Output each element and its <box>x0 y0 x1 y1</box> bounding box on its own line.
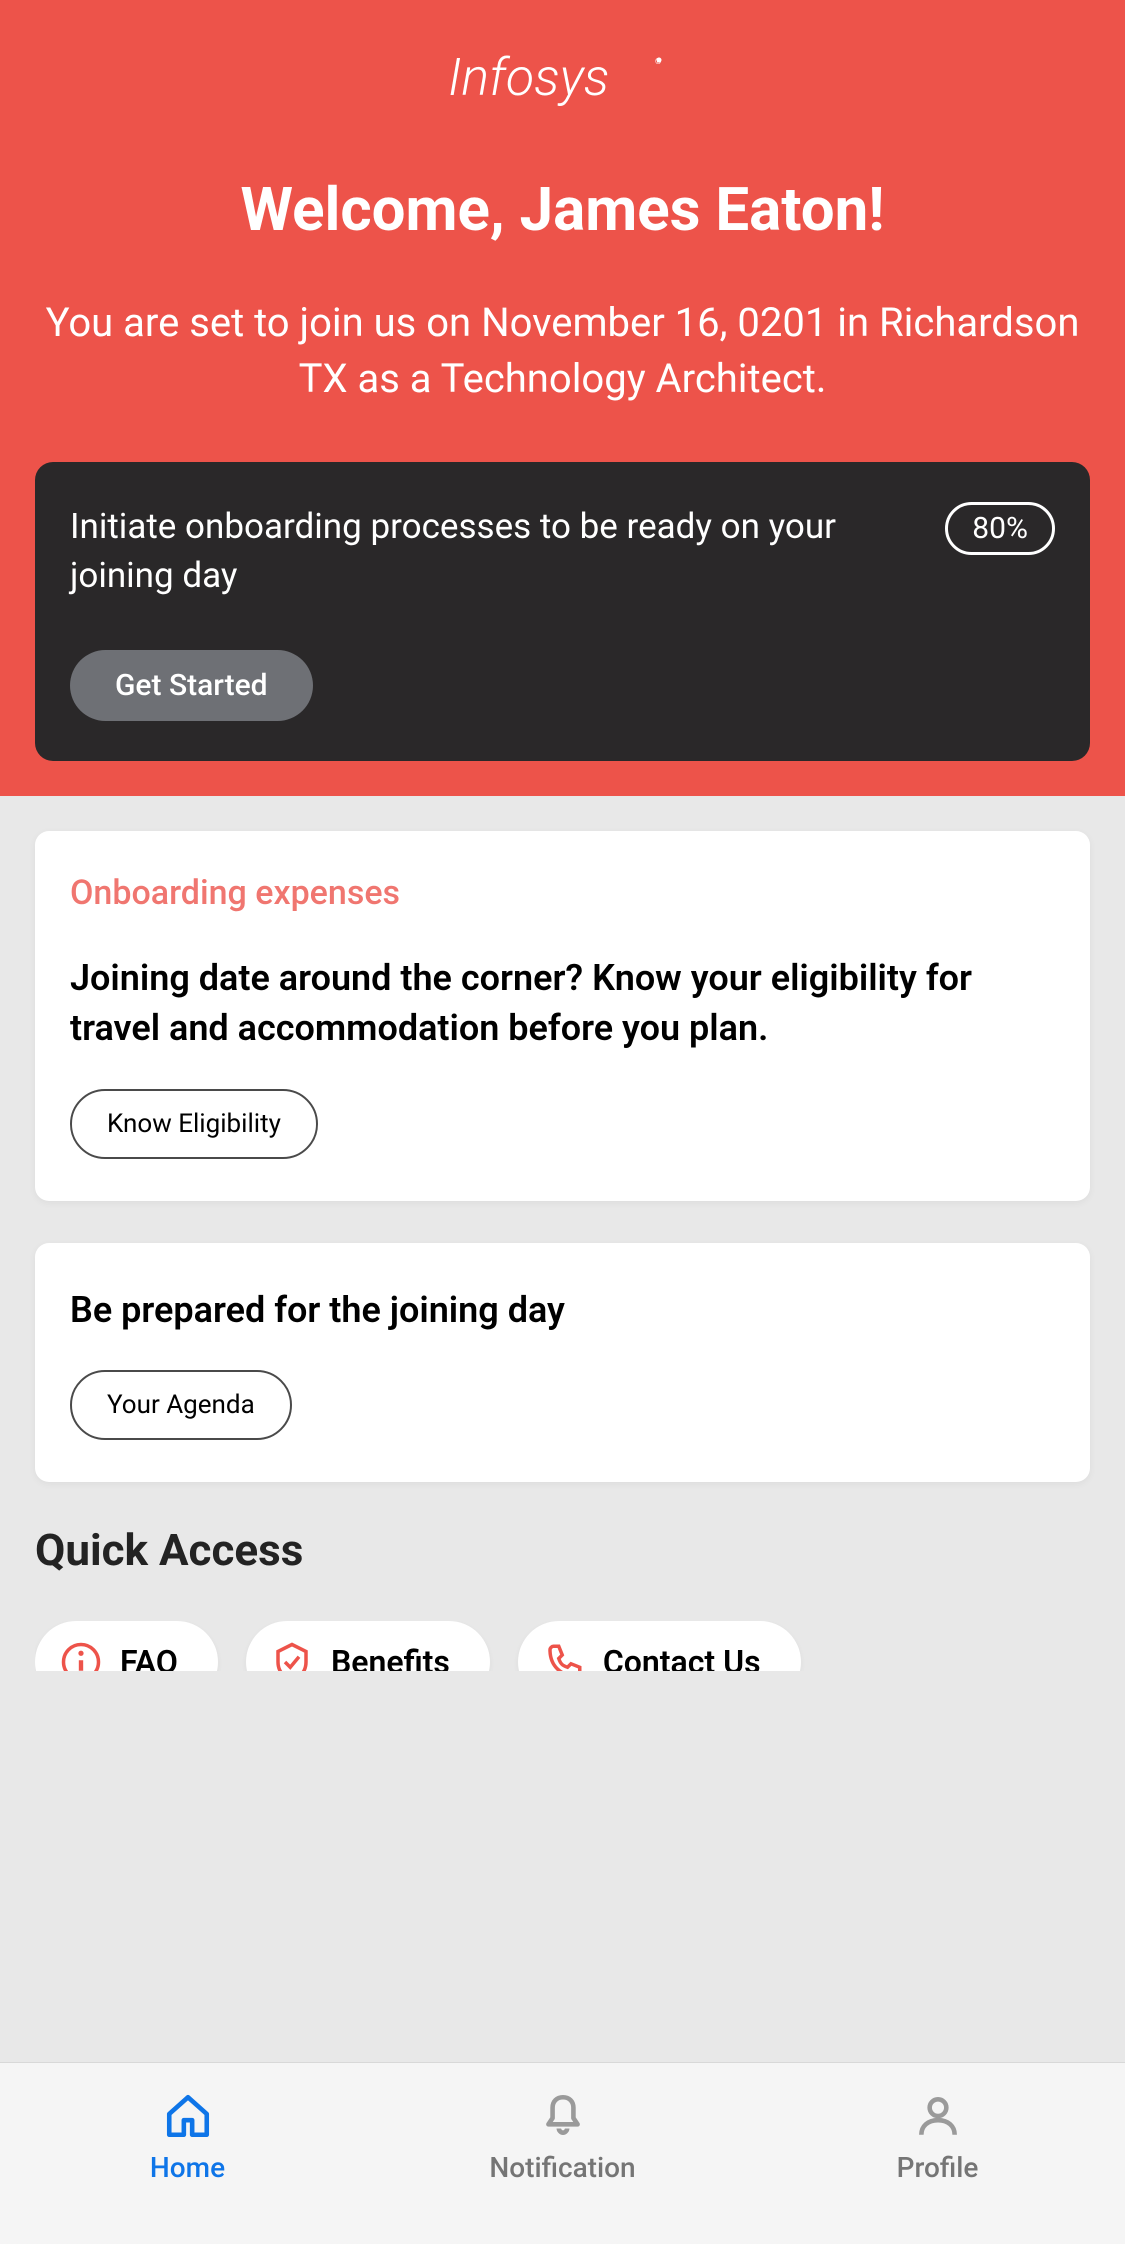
welcome-title: Welcome, James Eaton! <box>35 174 1090 245</box>
nav-notification[interactable]: Notification <box>375 2091 750 2184</box>
info-icon <box>60 1641 102 1671</box>
your-agenda-button[interactable]: Your Agenda <box>70 1370 292 1440</box>
progress-badge: 80% <box>945 502 1055 555</box>
shield-icon <box>271 1641 313 1671</box>
nav-home-label: Home <box>150 2151 225 2184</box>
profile-icon <box>913 2091 963 2141</box>
quick-item-faq[interactable]: FAQ <box>35 1621 218 1671</box>
nav-profile-label: Profile <box>897 2151 979 2184</box>
svg-text:®: ® <box>655 57 661 66</box>
nav-profile[interactable]: Profile <box>750 2091 1125 2184</box>
nav-notification-label: Notification <box>489 2151 635 2184</box>
bell-icon <box>538 2091 588 2141</box>
quick-item-contact[interactable]: Contact Us <box>518 1621 801 1671</box>
onboarding-card: Initiate onboarding processes to be read… <box>35 462 1090 761</box>
agenda-card: Be prepared for the joining day Your Age… <box>35 1243 1090 1482</box>
expenses-card-label: Onboarding expenses <box>70 873 1055 913</box>
quick-item-label: FAQ <box>120 1643 178 1671</box>
welcome-subtitle: You are set to join us on November 16, 0… <box>35 295 1090 407</box>
header-section: Infosys ® Welcome, James Eaton! You are … <box>0 0 1125 796</box>
get-started-button[interactable]: Get Started <box>70 650 313 721</box>
infosys-logo-icon: Infosys ® <box>448 50 678 110</box>
expenses-card: Onboarding expenses Joining date around … <box>35 831 1090 1201</box>
home-icon <box>163 2091 213 2141</box>
nav-home[interactable]: Home <box>0 2091 375 2184</box>
logo: Infosys ® <box>35 50 1090 114</box>
contact-icon <box>543 1641 585 1671</box>
onboarding-text: Initiate onboarding processes to be read… <box>70 502 915 600</box>
quick-access-title: Quick Access <box>35 1524 1090 1576</box>
svg-text:Infosys: Infosys <box>448 50 609 108</box>
bottom-nav: Home Notification Profile <box>0 2062 1125 2244</box>
quick-item-label: Contact Us <box>603 1643 761 1671</box>
expenses-card-text: Joining date around the corner? Know you… <box>70 953 1055 1054</box>
know-eligibility-button[interactable]: Know Eligibility <box>70 1089 318 1159</box>
content-section: Onboarding expenses Joining date around … <box>0 796 1125 1686</box>
quick-item-label: Benefits <box>331 1643 450 1671</box>
agenda-card-text: Be prepared for the joining day <box>70 1285 1055 1335</box>
quick-access-section: Quick Access FAQ Benefits <box>35 1524 1090 1671</box>
quick-item-benefits[interactable]: Benefits <box>246 1621 490 1671</box>
